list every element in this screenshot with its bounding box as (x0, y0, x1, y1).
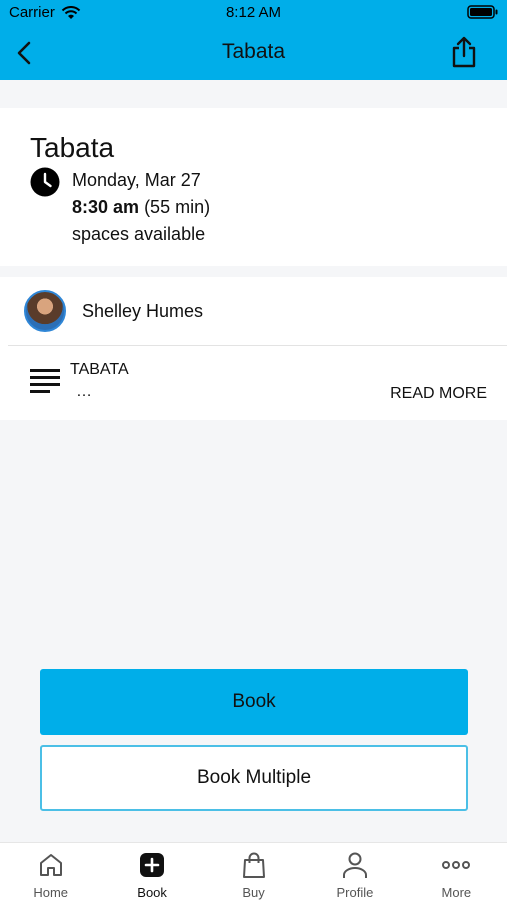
tab-more-label: More (441, 885, 472, 900)
shopping-bag-icon (242, 852, 265, 878)
text-lines-icon (30, 369, 60, 393)
read-more-link[interactable]: READ MORE (390, 385, 487, 403)
tab-buy-label: Buy (242, 885, 265, 900)
more-dots-icon (442, 861, 471, 869)
tab-profile-label: Profile (336, 885, 374, 900)
class-info-card: Tabata Monday, Mar 27 8:30 am (55 min) s… (0, 108, 507, 266)
tab-more[interactable]: More (406, 843, 507, 900)
tab-book-label: Book (137, 885, 167, 900)
class-start-time: 8:30 am (72, 197, 140, 217)
class-availability: spaces available (72, 224, 206, 244)
description-preview: … (76, 383, 92, 400)
tab-bar: Home Book Buy Profile More (0, 842, 507, 900)
description-title: TABATA (70, 361, 129, 378)
plus-square-icon (140, 853, 165, 877)
divider (8, 345, 507, 346)
page-title: Tabata (221, 40, 286, 63)
class-date: Monday, Mar 27 (72, 170, 201, 190)
nav-bar: Tabata (0, 24, 507, 80)
class-name: Tabata (30, 132, 115, 163)
tab-book[interactable]: Book (101, 843, 202, 900)
person-icon (342, 852, 367, 878)
book-multiple-button[interactable]: Book Multiple (40, 745, 468, 811)
avatar[interactable] (24, 290, 66, 332)
tab-home-label: Home (33, 885, 69, 900)
instructor-name[interactable]: Shelley Humes (82, 301, 203, 322)
home-icon (39, 854, 62, 876)
tab-home[interactable]: Home (0, 843, 101, 900)
instructor-card: Shelley Humes TABATA … READ MORE (0, 277, 507, 420)
class-duration: (55 min) (144, 197, 211, 217)
share-icon[interactable] (449, 36, 479, 68)
tab-profile[interactable]: Profile (304, 843, 405, 900)
book-button[interactable]: Book (40, 669, 468, 735)
status-time: 8:12 AM (225, 4, 282, 21)
clock-icon (30, 167, 60, 197)
battery-icon (467, 5, 498, 19)
class-time-row: 8:30 am (55 min) (72, 197, 210, 218)
status-bar: Carrier 8:12 AM (0, 0, 507, 24)
tab-buy[interactable]: Buy (203, 843, 304, 900)
